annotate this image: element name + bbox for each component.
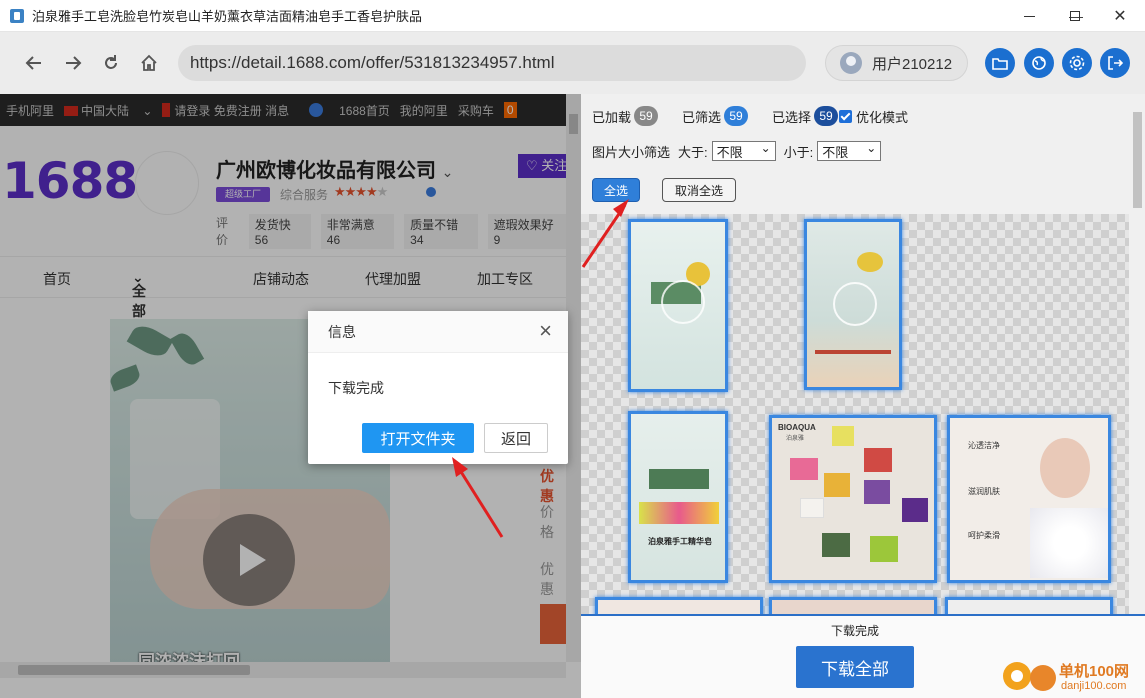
forward-icon[interactable] [59,49,87,77]
feature-label: 呵护柔滑 [968,531,1000,540]
refresh-icon[interactable] [97,49,125,77]
image-thumbnail[interactable] [804,219,902,390]
soap-purple [864,480,890,504]
dialog-title: 信息 [308,311,568,353]
annotation-arrow-select-all [581,199,629,268]
brand-label: BIOAQUA [778,423,816,432]
window-title: 泊泉雅手工皂洗脸皂竹炭皂山羊奶薰衣草洁面精油皂手工香皂护肤品 [32,9,423,24]
feature-label: 沁透洁净 [968,441,1000,450]
flower-image [857,252,883,272]
play-icon [833,282,877,326]
image-thumbnail[interactable] [628,219,728,392]
play-icon [661,280,705,324]
image-thumbnail[interactable] [769,597,937,614]
dialog-message: 下载完成 [328,380,384,396]
home-icon[interactable] [135,49,163,77]
image-thumbnail[interactable]: 泊泉雅手工精华皂 [628,411,728,583]
soap-pink [790,458,818,480]
deselect-all-button[interactable]: 取消全选 [662,178,736,202]
back-icon[interactable] [20,49,48,77]
min-size-select[interactable]: 不限 [711,141,776,161]
image-thumbnail[interactable] [595,597,763,614]
bubbles-image [1030,508,1108,578]
annotation-arrow-open-folder [452,457,504,538]
close-button[interactable]: ✕ [1097,0,1143,32]
scroll-thumb[interactable] [1133,112,1142,208]
folder-icon[interactable] [985,48,1015,78]
soap-image [639,502,719,524]
download-all-button[interactable]: 下载全部 [796,646,914,688]
soap-lime [870,536,898,562]
info-dialog: 信息 × 下载完成 打开文件夹 返回 [308,311,568,464]
loaded-count: 59 [634,106,659,126]
size-filter-row: 图片大小筛选 大于: 不限 小于: 不限 [592,141,889,161]
soap-orange [824,473,850,497]
text-strip [815,350,891,354]
download-status: 下载完成 [830,624,879,638]
model-face [1040,438,1090,498]
exit-icon[interactable] [1100,48,1130,78]
minimize-button[interactable] [1006,0,1052,32]
soap-white [800,498,824,518]
maximize-button[interactable] [1052,0,1098,32]
card-caption: 泊泉雅手工精华皂 [648,537,712,546]
filtered-stat: 已筛选 59 [682,106,749,126]
image-thumbnail[interactable] [945,597,1113,614]
soap-green [822,533,850,557]
back-button[interactable]: 返回 [484,423,548,453]
gear-icon[interactable] [1062,48,1092,78]
title-bar: 泊泉雅手工皂洗脸皂竹炭皂山羊奶薰衣草洁面精油皂手工香皂护肤品 — [0,0,1145,32]
checkbox-checked-icon [839,110,852,123]
image-thumbnail[interactable]: BIOAQUA 泊泉雅 [769,415,937,583]
brand-sub-label: 泊泉雅 [786,436,805,442]
panel-scrollbar[interactable] [1129,94,1145,614]
watermark-url: danji100.com [1061,680,1127,692]
open-folder-button[interactable]: 打开文件夹 [362,423,474,453]
filtered-count: 59 [724,106,749,126]
soap-red [864,448,892,472]
soap-yellow [832,426,854,446]
selected-stat: 已选择 59 [772,106,839,126]
url-text: https://detail.1688.com/offer/5318132349… [190,53,555,72]
image-thumbnail[interactable]: 沁透洁净 滋润肌肤 呵护柔滑 [947,415,1111,583]
feature-label: 滋润肌肤 [968,487,1000,496]
selected-count: 59 [814,106,839,126]
url-bar[interactable]: https://detail.1688.com/offer/5318132349… [178,45,806,81]
optimize-mode-checkbox[interactable]: 优化模式 [839,107,908,126]
close-icon[interactable]: × [539,320,552,342]
image-download-panel: 已加载59 已筛选59 已选择59 优化模式 图片大小筛选 大于: 不限 小于:… [581,94,1145,698]
globe-icon[interactable] [1024,48,1054,78]
soap-image [649,469,709,489]
watermark-text: 单机100网 [1059,663,1130,680]
max-size-select[interactable]: 不限 [817,141,882,161]
user-name: 用户210212 [872,55,953,73]
panel-header: 已加载59 已筛选59 已选择59 优化模式 图片大小筛选 大于: 不限 小于:… [581,94,1129,214]
soap-violet [902,498,928,522]
app-icon [10,8,24,23]
browser-toolbar: https://detail.1688.com/offer/5318132349… [0,32,1145,94]
image-gallery[interactable]: 泊泉雅手工精华皂 BIOAQUA 泊泉雅 沁透洁净 滋润肌肤 呵护柔滑 [581,214,1129,614]
loaded-stat: 已加载 59 [592,106,659,126]
user-account-button[interactable]: 用户210212 [825,45,968,81]
watermark-logo: 单机100网 danji100.com [995,656,1145,698]
user-avatar-icon [840,52,862,74]
